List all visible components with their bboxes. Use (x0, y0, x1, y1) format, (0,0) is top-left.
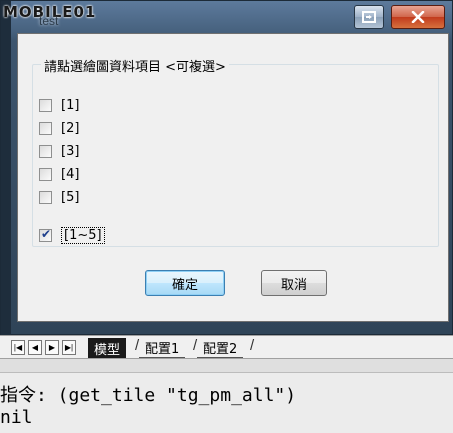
restore-button[interactable] (354, 5, 384, 29)
checkbox-3[interactable] (39, 144, 52, 158)
window-title: test (39, 14, 59, 28)
tab-divider: / (250, 337, 255, 354)
checkbox-label-4: [4] (61, 166, 80, 182)
ok-button[interactable]: 確定 (145, 270, 225, 296)
first-tab-button[interactable]: |◀ (11, 340, 25, 355)
last-tab-button[interactable]: ▶| (62, 340, 76, 355)
command-result-line: nil (0, 407, 33, 428)
app-frame-edge (1, 1, 11, 336)
checkbox-2[interactable] (39, 121, 52, 135)
next-tab-button[interactable]: ▶ (45, 340, 59, 355)
last-arrow-icon: ▶| (64, 343, 74, 352)
prev-tab-button[interactable]: ◀ (28, 340, 42, 355)
item-group-box: 請點選繪圖資料項目 <可複選> [1] [2] [3] [4] [5] ✔ [1… (32, 56, 439, 247)
first-arrow-icon: |◀ (13, 343, 23, 352)
checkbox-row-3[interactable]: [3] (39, 142, 79, 160)
checkbox-1[interactable] (39, 98, 52, 112)
checkbox-label-all: [1~5] (61, 226, 105, 244)
tab-layout1[interactable]: 配置1 (139, 338, 186, 358)
checkbox-row-5[interactable]: [5] (39, 188, 79, 206)
checkbox-row-1[interactable]: [1] (39, 96, 79, 114)
dialog-client-area: 請點選繪圖資料項目 <可複選> [1] [2] [3] [4] [5] ✔ [1… (17, 33, 449, 322)
checkbox-label-3: [3] (61, 143, 80, 159)
checkbox-5[interactable] (39, 190, 52, 204)
tab-model[interactable]: 模型 (88, 338, 127, 358)
checkbox-all[interactable] (39, 227, 52, 242)
checkbox-label-5: [5] (61, 189, 80, 205)
title-bar[interactable]: MOBILE01 test (1, 1, 453, 33)
right-arrow-icon: ▶ (48, 343, 56, 352)
checkbox-row-all[interactable]: [1~5] (39, 226, 105, 244)
checkbox-label-1: [1] (61, 97, 80, 113)
command-history-line: 指令: (get_tile "tg_pm_all") (0, 385, 297, 406)
dialog-window: MOBILE01 test 請點選繪圖資料項目 <可複選> [1] [2] [3… (0, 0, 453, 336)
checkbox-label-2: [2] (61, 120, 80, 136)
checkbox-row-4[interactable]: [4] (39, 165, 79, 183)
checkbox-4[interactable] (39, 167, 52, 181)
command-splitter[interactable] (0, 359, 453, 373)
checkbox-row-2[interactable]: [2] (39, 119, 79, 137)
command-line-area[interactable]: 指令: (get_tile "tg_pm_all") nil (0, 373, 453, 433)
tab-layout2[interactable]: 配置2 (197, 338, 244, 358)
left-arrow-icon: ◀ (31, 343, 39, 352)
group-label: 請點選繪圖資料項目 <可複選> (41, 56, 229, 75)
layout-tab-bar: |◀ ◀ ▶ ▶| 模型 / 配置1 / 配置2 / (0, 335, 453, 359)
cancel-button[interactable]: 取消 (261, 270, 327, 296)
close-button[interactable] (391, 5, 445, 29)
close-icon (411, 11, 425, 23)
restore-icon (362, 11, 376, 23)
